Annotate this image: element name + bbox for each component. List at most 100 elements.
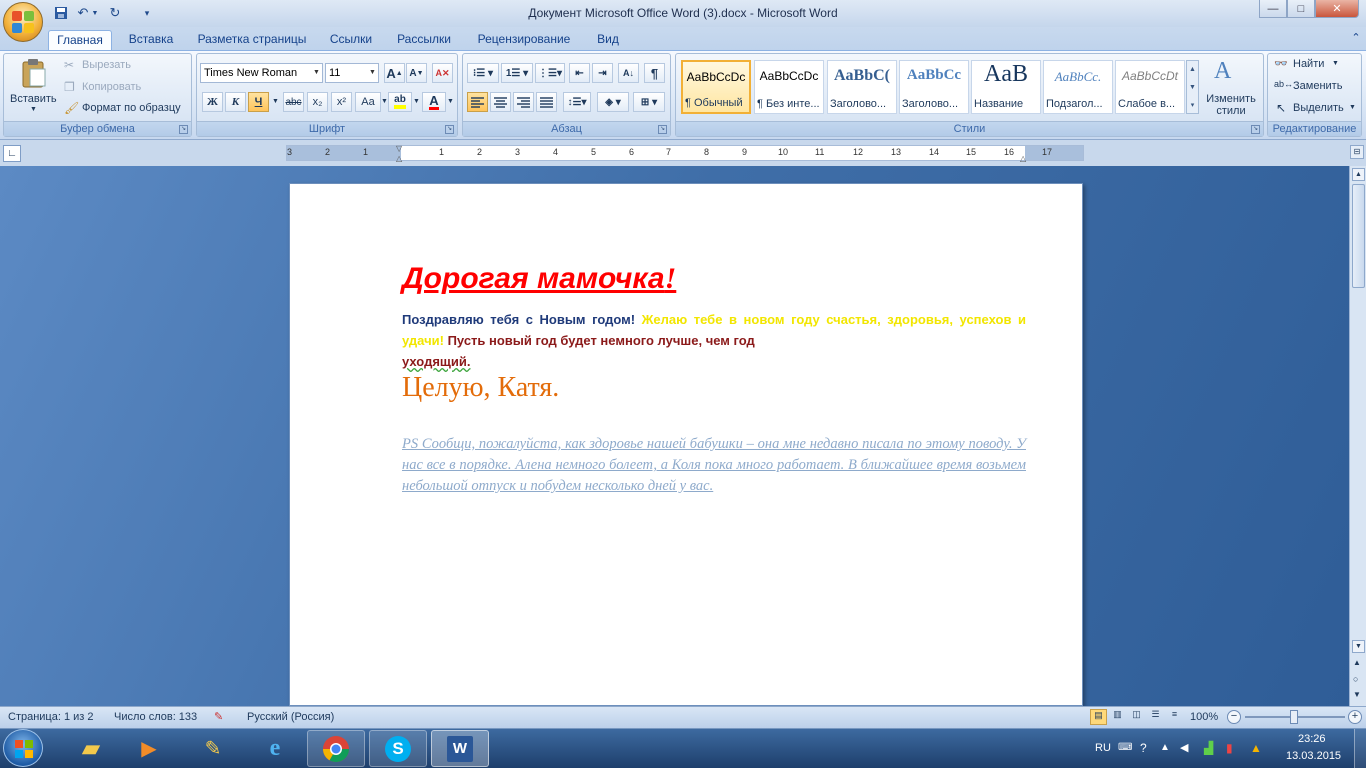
tab-review[interactable]: Рецензирование <box>466 30 582 50</box>
align-left-button[interactable] <box>467 92 488 112</box>
font-color-button[interactable]: A <box>422 92 446 112</box>
strikethrough-button[interactable]: abc <box>283 92 304 112</box>
increase-indent-button[interactable]: ⇥ <box>592 63 613 83</box>
tab-stop-selector[interactable]: ∟ <box>3 145 21 162</box>
find-button[interactable]: 👓 Найти ▼ <box>1274 57 1359 73</box>
bold-button[interactable]: Ж <box>202 92 223 112</box>
power-icon[interactable]: ▮ <box>1226 728 1233 768</box>
redo-icon[interactable]: ↻ <box>106 4 124 22</box>
office-button[interactable] <box>3 2 43 42</box>
font-launcher-icon[interactable]: ↘ <box>445 125 454 134</box>
superscript-button[interactable]: x² <box>331 92 352 112</box>
shading-button[interactable]: ◈ ▾ <box>597 92 629 112</box>
web-layout-icon[interactable]: ◫ <box>1128 709 1145 725</box>
borders-button[interactable]: ⊞ ▾ <box>633 92 665 112</box>
style-heading-1[interactable]: AaBbC( Заголово... <box>827 60 897 114</box>
change-case-button[interactable]: Aa <box>355 92 381 112</box>
show-desktop-button[interactable] <box>1354 729 1366 768</box>
clipboard-launcher-icon[interactable]: ↘ <box>179 125 188 134</box>
paragraph-launcher-icon[interactable]: ↘ <box>658 125 667 134</box>
zoom-slider-thumb[interactable] <box>1290 710 1298 724</box>
paste-button[interactable]: Вставить ▼ <box>8 56 60 118</box>
word-count[interactable]: Число слов: 133 <box>114 706 197 728</box>
taskbar-explorer[interactable]: ▰ <box>62 730 120 767</box>
speaker-icon[interactable]: ◀ <box>1180 728 1188 768</box>
font-color-dropdown-icon[interactable]: ▼ <box>447 98 454 105</box>
styles-launcher-icon[interactable]: ↘ <box>1251 125 1260 134</box>
start-button[interactable] <box>3 729 43 767</box>
tab-mailings[interactable]: Рассылки <box>388 30 460 50</box>
decrease-indent-button[interactable]: ⇤ <box>569 63 590 83</box>
style-normal[interactable]: AaBbCcDc ¶ Обычный <box>681 60 751 114</box>
vertical-scrollbar[interactable]: ▲ ▼ ▲ ○ ▼ <box>1349 166 1366 706</box>
right-indent-marker[interactable]: △ <box>1020 154 1026 163</box>
full-screen-reading-icon[interactable]: ▥ <box>1109 709 1126 725</box>
multilevel-list-button[interactable]: ⋮☰▾ <box>535 63 565 83</box>
horizontal-ruler[interactable]: 3 2 1 1 2 3 4 5 6 7 8 9 10 11 12 13 14 1… <box>286 144 1084 163</box>
minimize-button[interactable]: — <box>1259 0 1287 18</box>
align-right-button[interactable] <box>513 92 534 112</box>
scroll-down-icon[interactable]: ▼ <box>1187 79 1198 97</box>
tab-insert[interactable]: Вставка <box>118 30 184 50</box>
taskbar-chrome[interactable] <box>307 730 365 767</box>
tab-home[interactable]: Главная <box>48 30 112 50</box>
numbering-button[interactable]: 1☰ ▾ <box>501 63 533 83</box>
taskbar-skype[interactable]: S <box>369 730 427 767</box>
tab-page-layout[interactable]: Разметка страницы <box>190 30 314 50</box>
next-page-icon[interactable]: ▼ <box>1353 690 1361 699</box>
scroll-up-icon[interactable]: ▲ <box>1352 168 1365 181</box>
underline-button[interactable]: Ч <box>248 92 269 112</box>
postscript-paragraph[interactable]: PS Сообщи, пожалуйста, как здоровье наше… <box>402 434 1026 497</box>
clear-formatting-button[interactable]: A✕ <box>432 63 453 83</box>
italic-button[interactable]: К <box>225 92 246 112</box>
first-line-indent-marker[interactable]: ▽ <box>396 144 402 153</box>
grow-font-button[interactable]: A ▲ <box>384 63 405 83</box>
copy-button[interactable]: ❐ Копировать <box>64 80 184 96</box>
greeting-paragraph[interactable]: Поздравляю тебя с Новым годом! Желаю теб… <box>402 309 1026 372</box>
style-subtle-emphasis[interactable]: AaBbCcDt Слабое в... <box>1115 60 1185 114</box>
taskbar-media-player[interactable]: ▶ <box>120 730 178 767</box>
customize-qat-icon[interactable]: ▾ <box>138 4 156 22</box>
scroll-up-icon[interactable]: ▲ <box>1187 61 1198 79</box>
underline-dropdown-icon[interactable]: ▼ <box>272 98 279 105</box>
scroll-thumb[interactable] <box>1352 184 1365 288</box>
style-title[interactable]: AaB Название <box>971 60 1041 114</box>
undo-dropdown-icon[interactable]: ▼ <box>90 4 100 22</box>
tab-view[interactable]: Вид <box>588 30 628 50</box>
browse-object-icon[interactable]: ○ <box>1353 674 1358 684</box>
show-formatting-button[interactable]: ¶ <box>644 63 665 83</box>
zoom-in-icon[interactable]: + <box>1348 710 1362 724</box>
change-styles-button[interactable]: A Изменить стили <box>1202 58 1260 122</box>
style-no-spacing[interactable]: AaBbCcDc ¶ Без инте... <box>754 60 824 114</box>
page-count[interactable]: Страница: 1 из 2 <box>8 706 94 728</box>
spelling-check-icon[interactable]: ✎ <box>214 706 223 728</box>
keyboard-language[interactable]: RU <box>1095 728 1111 768</box>
zoom-out-icon[interactable]: − <box>1227 710 1241 724</box>
letter-heading[interactable]: Дорогая мамочка! <box>402 262 1042 296</box>
draft-icon[interactable]: ≡ <box>1166 709 1183 725</box>
tray-expand-icon[interactable]: ▲ <box>1160 728 1170 768</box>
language-indicator[interactable]: Русский (Россия) <box>247 706 334 728</box>
cut-button[interactable]: ✂ Вырезать <box>64 58 184 74</box>
maximize-button[interactable]: □ <box>1287 0 1315 18</box>
clock-date[interactable]: 13.03.2015 <box>1286 750 1341 764</box>
taskbar-paint-app[interactable]: ✎ <box>184 730 242 767</box>
taskbar-word[interactable]: W <box>431 730 489 767</box>
highlight-dropdown-icon[interactable]: ▼ <box>413 98 420 105</box>
save-icon[interactable] <box>52 4 70 22</box>
font-name-combo[interactable]: Times New Roman ▼ <box>200 63 323 83</box>
replace-button[interactable]: ab↔ Заменить <box>1274 79 1359 95</box>
tab-references[interactable]: Ссылки <box>320 30 382 50</box>
outline-icon[interactable]: ☰ <box>1147 709 1164 725</box>
style-heading-2[interactable]: AaBbCc Заголово... <box>899 60 969 114</box>
clock-time[interactable]: 23:26 <box>1298 733 1326 747</box>
align-center-button[interactable] <box>490 92 511 112</box>
bullets-button[interactable]: ⁝☰ ▾ <box>467 63 499 83</box>
left-indent-marker[interactable]: △ <box>396 154 402 163</box>
google-drive-icon[interactable]: ▲ <box>1250 728 1262 768</box>
subscript-button[interactable]: x₂ <box>307 92 328 112</box>
close-button[interactable]: ✕ <box>1315 0 1359 18</box>
line-spacing-button[interactable]: ↕☰▾ <box>563 92 591 112</box>
scroll-down-icon[interactable]: ▼ <box>1352 640 1365 653</box>
font-size-combo[interactable]: 11 ▼ <box>325 63 379 83</box>
